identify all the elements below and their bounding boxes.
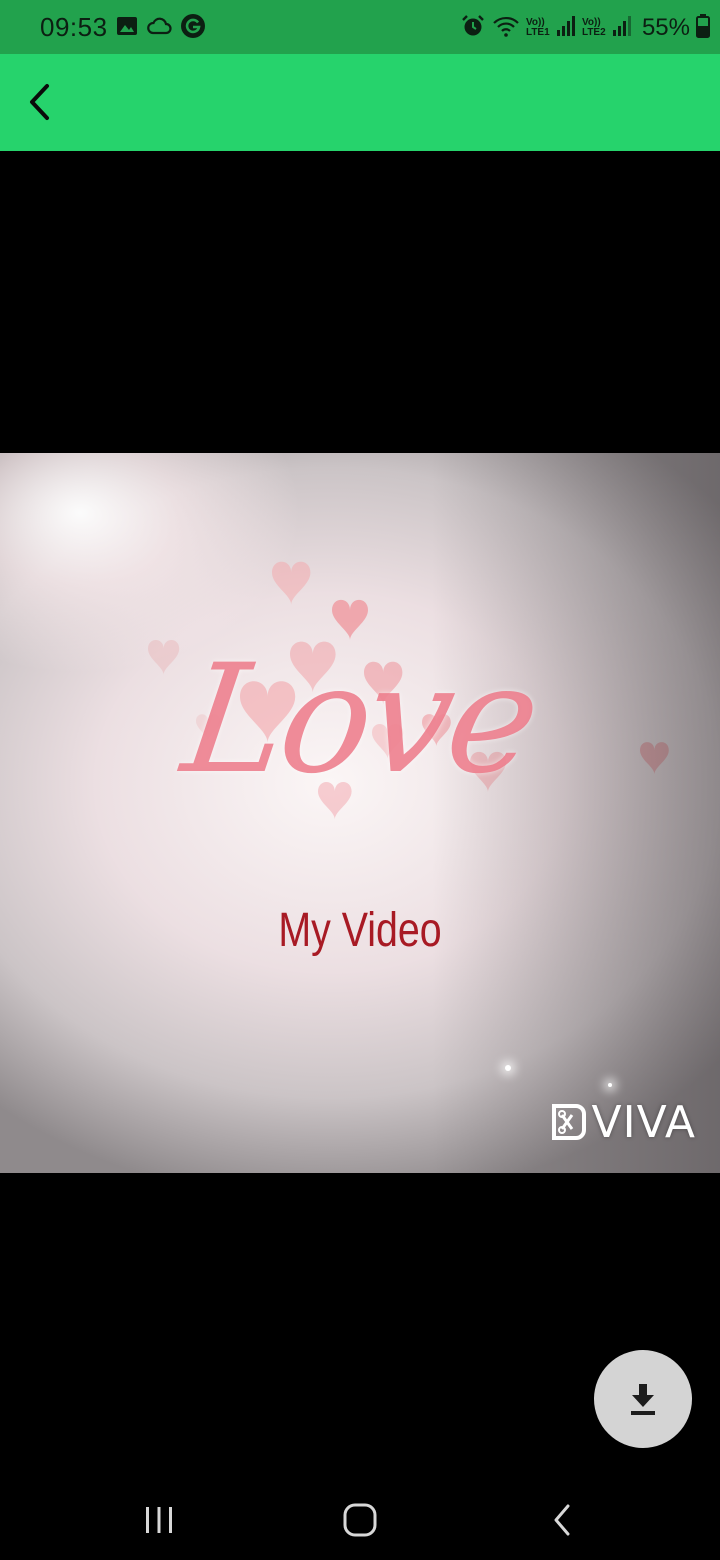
sparkle-2 xyxy=(608,1083,612,1087)
sim1-lte-text: LTE1 xyxy=(525,27,550,38)
navigation-bar xyxy=(0,1480,720,1560)
alarm-icon xyxy=(460,13,486,44)
viva-watermark-text: VIVA xyxy=(591,1096,696,1148)
video-title-love: Love xyxy=(174,633,546,807)
sparkle-1 xyxy=(505,1065,511,1071)
home-button[interactable] xyxy=(320,1490,400,1550)
status-time: 09:53 xyxy=(40,12,108,42)
battery-percent: 55% xyxy=(641,14,690,41)
status-bar: 09:53 Vo)) LTE1 Vo)) LTE2 55% xyxy=(0,0,720,54)
download-button[interactable] xyxy=(594,1350,692,1448)
image-icon xyxy=(116,15,138,42)
viva-watermark: VIVA xyxy=(550,1093,696,1151)
viva-logo-icon xyxy=(551,1104,586,1140)
video-subtitle: My Video xyxy=(278,904,442,957)
battery-icon xyxy=(696,13,710,43)
sim2-lte-label: Vo)) LTE2 xyxy=(582,18,606,38)
recent-apps-button[interactable] xyxy=(119,1490,199,1550)
recent-apps-icon xyxy=(146,1507,172,1533)
home-icon xyxy=(343,1503,377,1537)
status-left-icons xyxy=(116,13,206,44)
download-icon xyxy=(631,1384,655,1415)
signal-icon xyxy=(556,14,576,43)
video-player[interactable]: Love My Video VIVA xyxy=(0,453,720,1173)
cloud-icon xyxy=(146,16,172,41)
hearts-decoration xyxy=(148,561,669,820)
back-arrow-icon xyxy=(30,84,49,120)
signal-icon-2 xyxy=(612,14,632,43)
back-icon xyxy=(554,1504,570,1536)
sim1-lte-label: Vo)) LTE1 xyxy=(526,18,550,38)
back-button[interactable] xyxy=(14,76,66,128)
app-bar xyxy=(0,54,720,151)
wifi-icon xyxy=(492,14,520,43)
sim2-lte-text: LTE2 xyxy=(581,27,606,38)
g-app-icon xyxy=(180,13,206,44)
status-right-icons: Vo)) LTE1 Vo)) LTE2 55% xyxy=(460,13,710,43)
nav-back-button[interactable] xyxy=(522,1490,602,1550)
